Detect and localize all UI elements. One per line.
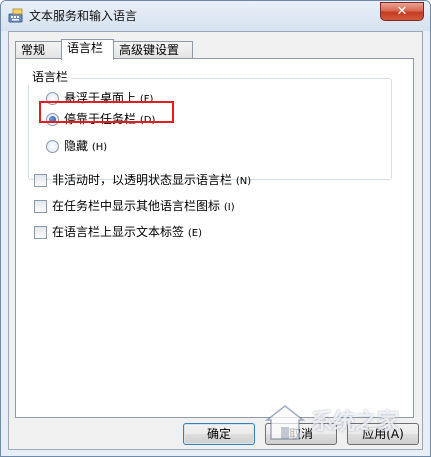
tab-advanced-key-settings[interactable]: 高级键设置 xyxy=(113,41,193,59)
tab-language-bar[interactable]: 语言栏 xyxy=(61,39,114,60)
tab-general[interactable]: 常规 xyxy=(15,41,62,59)
title-bar[interactable]: 文本服务和输入语言 ✕ xyxy=(1,1,430,31)
apply-button[interactable]: 应用(A) xyxy=(347,423,419,445)
checkbox-extra-taskbar-icons[interactable] xyxy=(34,200,47,213)
highlight-annotation-box xyxy=(39,101,174,123)
dialog-window: 文本服务和输入语言 ✕ 常规 语言栏 高级键设置 语言栏 悬浮于桌面上 (F) … xyxy=(0,0,431,457)
ok-button[interactable]: 确定 xyxy=(183,423,255,445)
close-icon: ✕ xyxy=(396,4,408,19)
window-title: 文本服务和输入语言 xyxy=(29,9,138,23)
language-bar-group-title: 语言栏 xyxy=(28,70,72,85)
checkbox-transparent-when-inactive[interactable] xyxy=(34,174,47,187)
dialog-client-area: 常规 语言栏 高级键设置 语言栏 悬浮于桌面上 (F) 停靠于任务栏 (D) 隐… xyxy=(8,31,423,450)
checkbox-extra-taskbar-icons-label[interactable]: 在任务栏中显示其他语言栏图标 (I) xyxy=(52,199,235,215)
text-services-icon xyxy=(8,8,24,24)
checkbox-show-text-labels[interactable] xyxy=(34,226,47,239)
cancel-button[interactable]: 取消 xyxy=(265,423,337,445)
close-button[interactable]: ✕ xyxy=(380,2,424,21)
radio-hidden-label[interactable]: 隐藏 (H) xyxy=(64,139,107,155)
checkbox-transparent-when-inactive-label[interactable]: 非活动时，以透明状态显示语言栏 (N) xyxy=(52,173,251,189)
radio-hidden[interactable] xyxy=(46,140,59,153)
tab-panel-language-bar: 语言栏 悬浮于桌面上 (F) 停靠于任务栏 (D) 隐藏 (H) 非活动时，以透… xyxy=(15,58,414,418)
checkbox-show-text-labels-label[interactable]: 在语言栏上显示文本标签 (E) xyxy=(52,225,202,241)
